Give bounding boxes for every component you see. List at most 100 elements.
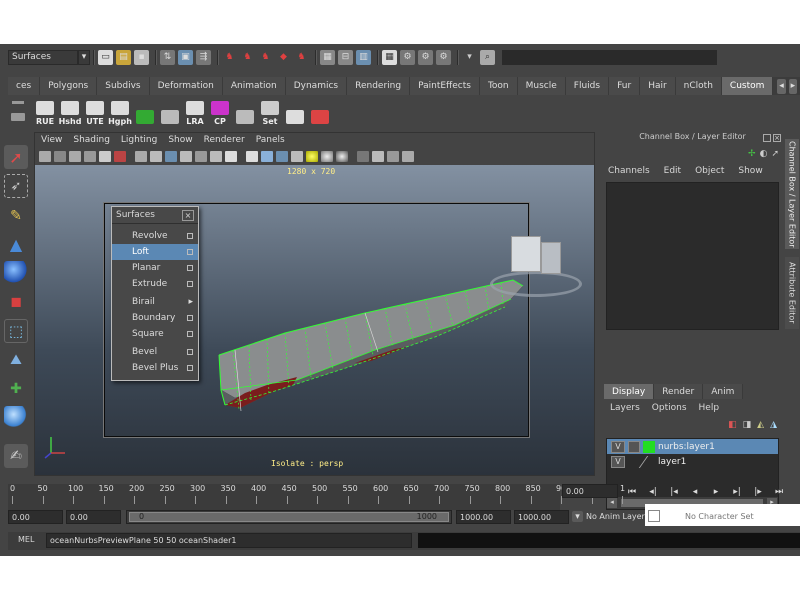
shelf-button-hgph[interactable]: Hgph [108, 96, 132, 126]
channel-menu-channels[interactable]: Channels [608, 166, 650, 176]
character-set-label[interactable]: No Character Set [685, 512, 754, 521]
play-forwards-icon[interactable]: ▸ [710, 486, 722, 498]
snap-point-icon[interactable]: ▥ [356, 49, 371, 65]
select-by-deformers-icon[interactable]: ♞ [294, 50, 309, 65]
show-manipulator-icon[interactable]: ✚ [4, 377, 28, 401]
menu-item-loft[interactable]: Loft [112, 244, 198, 260]
tab-display[interactable]: Display [604, 384, 655, 399]
step-back-key-icon[interactable]: |◂ [668, 486, 680, 498]
playback-start-field[interactable]: 0.00 [66, 510, 121, 524]
shelf-button-hshd[interactable]: Hshd [59, 96, 81, 126]
go-to-end-icon[interactable]: ⏭ [773, 486, 785, 498]
current-time-field[interactable]: 0.00 [562, 484, 618, 498]
quick-select-field[interactable] [502, 49, 717, 65]
motion-blur-icon[interactable] [306, 151, 318, 162]
shelf-button-tool-8[interactable] [234, 96, 256, 126]
layer-menu-layers[interactable]: Layers [610, 403, 640, 413]
shelf-scroll-right-icon[interactable]: ▸ [788, 78, 797, 94]
scale-tool-icon[interactable]: ◼ [4, 290, 28, 314]
isolate-select-icon[interactable] [246, 151, 258, 162]
menu-item-square[interactable]: Square [112, 326, 198, 342]
shelf-button-ute[interactable]: UTE [84, 96, 106, 126]
shelf-menu-icon[interactable] [8, 96, 28, 126]
menu-item-bevel[interactable]: Bevel [112, 344, 198, 360]
shelf-tab-deformation[interactable]: Deformation [149, 77, 223, 95]
save-scene-icon[interactable]: ▪ [134, 49, 149, 65]
shelf-tab-muscle[interactable]: Muscle [517, 77, 566, 95]
shelf-button-tool-10[interactable] [284, 96, 306, 126]
viewport-menu-lighting[interactable]: Lighting [121, 135, 157, 147]
shelf-tab-subdivs[interactable]: Subdivs [97, 77, 150, 95]
shelf-button-lra[interactable]: LRA [184, 96, 206, 126]
camera-attributes-icon[interactable] [54, 151, 66, 162]
shelf-button-cp[interactable]: CP [209, 96, 231, 126]
viewport-menu-renderer[interactable]: Renderer [204, 135, 245, 147]
field-chart-icon[interactable] [402, 151, 414, 162]
layer-color-swatch[interactable] [638, 455, 660, 468]
select-by-surfaces-icon[interactable]: ◆ [276, 50, 291, 65]
time-slider[interactable]: 0 50 100 150 200 250 300 350 400 450 500 550 600 650 7… [8, 484, 625, 510]
render-view-icon[interactable]: ⚙ [418, 49, 433, 65]
option-box-icon[interactable] [187, 265, 193, 271]
option-box-icon[interactable] [187, 315, 193, 321]
anti-aliasing-icon[interactable] [321, 151, 333, 162]
view-cube-icon[interactable] [490, 233, 586, 299]
option-box-icon[interactable] [187, 281, 193, 287]
viewport-menu-show[interactable]: Show [168, 135, 192, 147]
menu-item-bevel-plus[interactable]: Bevel Plus [112, 360, 198, 376]
shelf-tab-custom[interactable]: Custom [721, 77, 774, 95]
end-time-field[interactable]: 1000.00 [514, 510, 569, 524]
shelf-tab-hair[interactable]: Hair [640, 77, 676, 95]
select-object-icon[interactable]: ▣ [178, 49, 193, 65]
film-gate-icon[interactable] [114, 151, 126, 162]
soft-modification-icon[interactable]: ⛰ [4, 348, 28, 372]
viewport-menu-panels[interactable]: Panels [256, 135, 285, 147]
command-language-label[interactable]: MEL [18, 535, 34, 544]
channel-menu-edit[interactable]: Edit [664, 166, 681, 176]
option-box-icon[interactable] [187, 331, 193, 337]
move-up-layer-icon[interactable]: ◭ [757, 420, 764, 430]
start-time-field[interactable]: 0.00 [8, 510, 63, 524]
menu-item-extrude[interactable]: Extrude [112, 276, 198, 292]
command-input[interactable]: oceanNurbsPreviewPlane 50 50 oceanShader… [46, 533, 412, 548]
layout-presets-icon[interactable]: ✍ [4, 444, 28, 468]
channel-menu-show[interactable]: Show [738, 166, 762, 176]
shelf-tab-rendering[interactable]: Rendering [347, 77, 411, 95]
float-panel-icon[interactable] [763, 134, 771, 142]
rotate-tool-icon[interactable] [4, 261, 28, 285]
grid-toggle-icon[interactable] [99, 151, 111, 162]
range-options-icon[interactable]: ▾ [572, 511, 583, 522]
ambient-occlusion-icon[interactable] [291, 151, 303, 162]
shelf-tab-ces[interactable]: ces [8, 77, 41, 95]
select-component-icon[interactable]: ⇶ [196, 49, 211, 65]
open-scene-icon[interactable]: ▤ [116, 49, 131, 65]
step-forward-icon[interactable]: |▸ [752, 486, 764, 498]
menu-item-planar[interactable]: Planar [112, 260, 198, 276]
shelf-tab-fluids[interactable]: Fluids [565, 77, 610, 95]
construction-history-icon[interactable]: ⚙ [400, 49, 415, 65]
isolate-toggle-icon[interactable] [357, 151, 369, 162]
layer-menu-help[interactable]: Help [699, 403, 720, 413]
new-layer-selected-icon[interactable]: ◨ [743, 420, 752, 430]
playback-end-field[interactable]: 1000.00 [456, 510, 511, 524]
viewport-menu-shading[interactable]: Shading [73, 135, 110, 147]
play-backwards-icon[interactable]: ◂ [689, 486, 701, 498]
xray-joints-icon[interactable] [261, 151, 273, 162]
channel-menu-object[interactable]: Object [695, 166, 724, 176]
layer-playback-toggle[interactable] [628, 440, 640, 453]
channel-pin-icon[interactable]: ➚ [771, 149, 779, 159]
depth-of-field-icon[interactable] [336, 151, 348, 162]
universal-manipulator-icon[interactable]: ⬚ [4, 319, 28, 343]
shelf-button-rue[interactable]: RUE [34, 96, 56, 126]
viewport-menu-view[interactable]: View [41, 135, 62, 147]
lights-icon[interactable] [195, 151, 207, 162]
tab-attribute-editor-side[interactable]: Attribute Editor [785, 257, 799, 329]
move-tool-icon[interactable]: ▲ [4, 232, 28, 256]
select-tool-icon[interactable]: ➚ [4, 145, 28, 169]
wireframe-on-shaded-icon[interactable] [165, 151, 177, 162]
character-set-checkbox[interactable] [648, 510, 660, 522]
tab-render[interactable]: Render [654, 384, 704, 399]
snap-curve-icon[interactable]: ⊟ [338, 49, 353, 65]
input-field-mode-icon[interactable]: ▾ [462, 50, 477, 65]
select-by-curves-icon[interactable]: ♞ [258, 50, 273, 65]
